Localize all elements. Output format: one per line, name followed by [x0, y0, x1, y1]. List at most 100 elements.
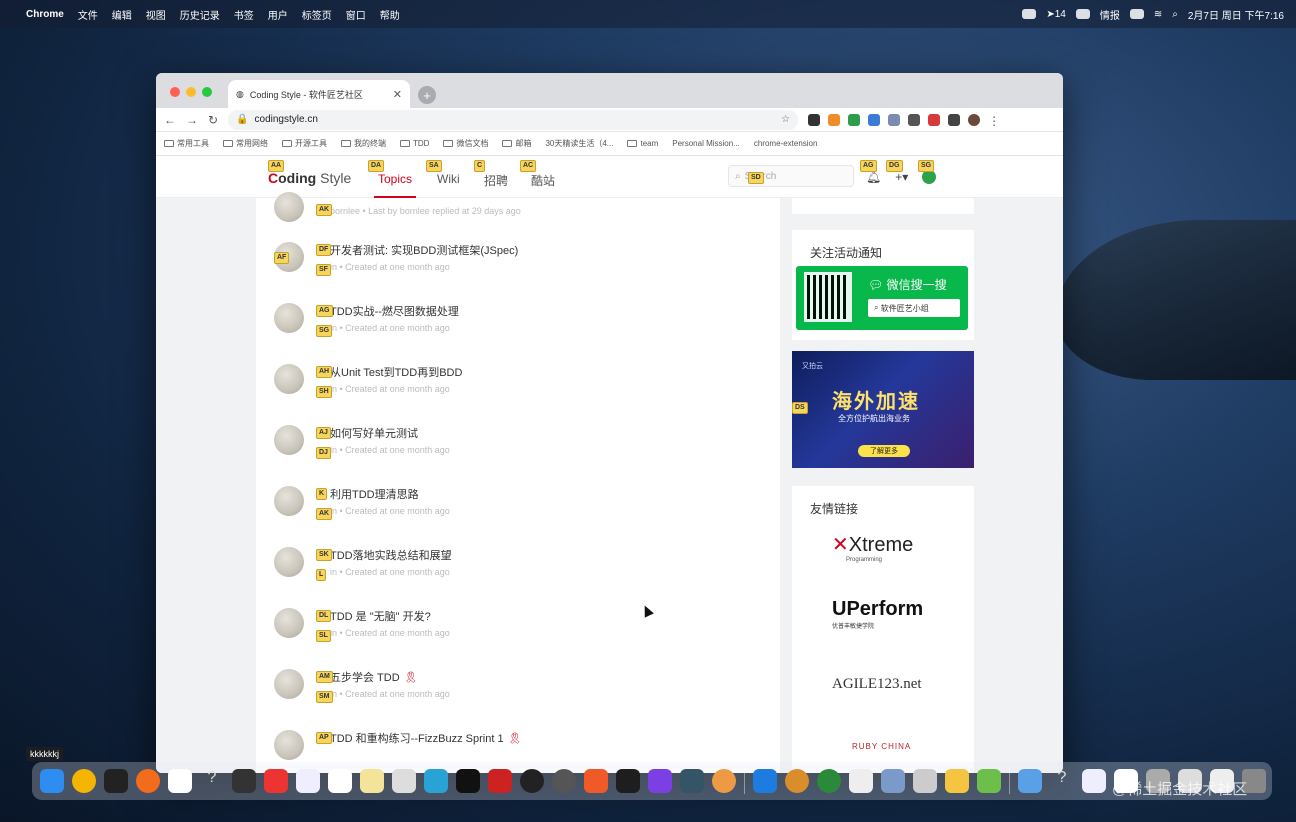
- tray-icon[interactable]: [1022, 9, 1037, 19]
- app-icon[interactable]: [945, 769, 969, 793]
- link-hint[interactable]: C: [474, 160, 486, 172]
- topic-title[interactable]: 五步学会 TDD 🎗︎: [330, 669, 418, 685]
- search-icon[interactable]: ⌕: [1172, 9, 1178, 20]
- link-hint[interactable]: DG: [886, 160, 903, 172]
- bell-icon[interactable]: 🔔︎: [866, 170, 881, 184]
- avatar[interactable]: [274, 303, 304, 333]
- menu-window[interactable]: 窗口: [346, 7, 366, 22]
- link-hint[interactable]: SK: [316, 549, 332, 561]
- app-icon[interactable]: [712, 769, 736, 793]
- link-hint[interactable]: SG: [316, 325, 333, 337]
- link-hint[interactable]: AK: [316, 508, 333, 520]
- zoom-window-button[interactable]: [202, 87, 212, 97]
- help-icon[interactable]: ?: [1050, 769, 1074, 793]
- list-item[interactable]: 利用TDD理清思路 in • Created at one month ago: [274, 480, 764, 530]
- more-menu-icon[interactable]: ⋮: [988, 114, 1000, 128]
- app-icon[interactable]: [392, 769, 416, 793]
- app-icon[interactable]: [817, 769, 841, 793]
- link-hint[interactable]: DL: [316, 610, 332, 622]
- app-icon[interactable]: [849, 769, 873, 793]
- site-search-input[interactable]: ⌕ Search: [728, 165, 854, 187]
- list-item[interactable]: TDD实战--燃尽图数据处理 in • Created at one month…: [274, 297, 764, 347]
- app-icon[interactable]: [753, 769, 777, 793]
- app-icon[interactable]: [296, 769, 320, 793]
- help-icon[interactable]: ?: [200, 769, 224, 793]
- link-hint[interactable]: L: [316, 569, 327, 581]
- app-icon[interactable]: [648, 769, 672, 793]
- partner-xtreme-logo[interactable]: ✕Xtreme Programming: [832, 532, 913, 563]
- cloud-icon[interactable]: [1075, 9, 1090, 19]
- avatar[interactable]: [274, 608, 304, 638]
- bookmark-link[interactable]: chrome-extension: [754, 139, 818, 148]
- list-item[interactable]: 开发者测试: 实现BDD测试框架(JSpec) in • Created at …: [274, 236, 764, 286]
- partner-rubychina-logo[interactable]: RUBY CHINA: [852, 742, 911, 751]
- menu-bookmarks[interactable]: 书签: [234, 7, 254, 22]
- link-hint[interactable]: DF: [316, 244, 332, 256]
- app-icon[interactable]: [520, 769, 544, 793]
- menu-help[interactable]: 帮助: [380, 7, 400, 22]
- bookmark-folder[interactable]: 常用网络: [223, 138, 268, 149]
- battery-icon[interactable]: [1129, 9, 1144, 19]
- extension-icon[interactable]: [848, 113, 861, 126]
- link-hint[interactable]: AP: [316, 732, 332, 744]
- app-icon[interactable]: [328, 769, 352, 793]
- profile-avatar[interactable]: [968, 113, 981, 126]
- app-menu[interactable]: Chrome: [26, 9, 64, 20]
- wechat-banner[interactable]: 💬︎ 微信搜一搜 ⌕ 软件匠艺小组: [796, 266, 968, 330]
- minimize-window-button[interactable]: [186, 87, 196, 97]
- folder-icon[interactable]: [1018, 769, 1042, 793]
- close-window-button[interactable]: [170, 87, 180, 97]
- avatar[interactable]: [274, 364, 304, 394]
- notes-icon[interactable]: [360, 769, 384, 793]
- link-hint[interactable]: AH: [316, 366, 333, 378]
- avatar[interactable]: [274, 425, 304, 455]
- link-hint[interactable]: AA: [268, 160, 285, 172]
- link-hint[interactable]: AG: [860, 160, 877, 172]
- calendar-icon[interactable]: [168, 769, 192, 793]
- browser-tab[interactable]: ◍ Coding Style - 软件匠艺社区 ✕: [228, 80, 410, 108]
- bookmark-link[interactable]: Personal Mission...: [672, 139, 740, 148]
- link-hint[interactable]: SD: [748, 172, 764, 184]
- list-item[interactable]: bornlee • Last by bornlee replied at 29 …: [274, 186, 764, 236]
- extension-icon[interactable]: [888, 113, 901, 126]
- link-hint[interactable]: AK: [316, 204, 333, 216]
- partner-uperform-logo[interactable]: UPerform 优普丰敏捷学院: [832, 598, 923, 630]
- avatar[interactable]: [274, 547, 304, 577]
- ad-button[interactable]: 了解更多: [858, 445, 910, 457]
- extension-icon[interactable]: [868, 113, 881, 126]
- plus-icon[interactable]: +▾: [895, 170, 908, 184]
- extension-icon[interactable]: [928, 113, 941, 126]
- link-hint[interactable]: AM: [316, 671, 333, 683]
- topic-title[interactable]: TDD落地实践总结和展望: [330, 547, 452, 563]
- avatar[interactable]: [274, 730, 304, 760]
- window-preview-icon[interactable]: [1082, 769, 1106, 793]
- app-icon[interactable]: [785, 769, 809, 793]
- list-item[interactable]: TDD 是 "无脑" 开发? in • Created at one month…: [274, 602, 764, 652]
- link-hint[interactable]: SF: [316, 264, 331, 276]
- terminal-icon[interactable]: [104, 769, 128, 793]
- extension-icon[interactable]: [908, 113, 921, 126]
- topic-title[interactable]: 开发者测试: 实现BDD测试框架(JSpec): [330, 242, 518, 258]
- topic-title[interactable]: 如何写好单元测试: [330, 425, 418, 441]
- bookmark-folder[interactable]: 我的终端: [341, 138, 386, 149]
- nav-wiki[interactable]: Wiki: [437, 172, 460, 186]
- link-hint[interactable]: AG: [316, 305, 333, 317]
- bookmark-folder[interactable]: TDD: [400, 139, 429, 148]
- forward-icon[interactable]: →: [186, 113, 198, 127]
- app-icon[interactable]: [680, 769, 704, 793]
- intel-status[interactable]: 情报: [1100, 7, 1120, 22]
- app-icon[interactable]: [977, 769, 1001, 793]
- list-item[interactable]: 如何写好单元测试 in • Created at one month ago: [274, 419, 764, 469]
- new-tab-button[interactable]: +: [418, 86, 436, 104]
- topic-title[interactable]: TDD实战--燃尽图数据处理: [330, 303, 459, 319]
- app-icon[interactable]: [552, 769, 576, 793]
- link-hint[interactable]: AF: [274, 252, 290, 264]
- address-bar[interactable]: 🔒 codingstyle.cn ☆: [228, 109, 799, 130]
- bookmark-folder[interactable]: 邮箱: [502, 138, 531, 149]
- link-hint[interactable]: SL: [316, 630, 331, 642]
- chrome-icon[interactable]: [72, 769, 96, 793]
- app-icon[interactable]: [881, 769, 905, 793]
- menu-tabs[interactable]: 标签页: [302, 7, 332, 22]
- menu-view[interactable]: 视图: [146, 7, 166, 22]
- bookmark-link[interactable]: 30天精读生活（4...: [545, 138, 613, 149]
